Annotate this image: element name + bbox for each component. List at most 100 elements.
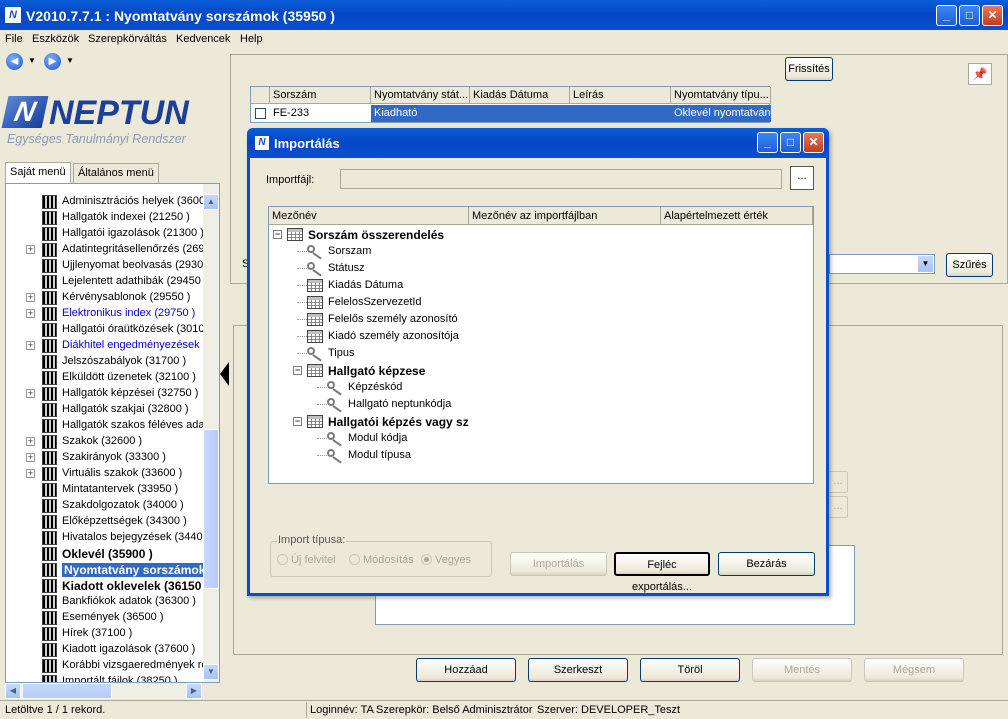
tab-own-menu[interactable]: Saját menü — [5, 162, 71, 183]
dialog-minimize-button[interactable]: _ — [757, 132, 778, 153]
filter-combo[interactable]: ▼ — [829, 254, 935, 274]
delete-button[interactable]: Töröl — [640, 658, 740, 682]
tree-item[interactable]: + Elektronikus index (29750 ) — [6, 306, 206, 322]
tab-general-menu[interactable]: Általános menü — [73, 163, 159, 183]
detail-dots-button-2[interactable]: ... — [828, 496, 848, 518]
back-dropdown-icon[interactable]: ▼ — [28, 56, 36, 65]
mapping-group[interactable]: − Hallgató képzese — [269, 362, 809, 379]
grid-header-type[interactable]: Nyomtatvány típu... — [671, 87, 771, 104]
hscroll-thumb[interactable] — [22, 683, 112, 699]
pin-icon[interactable]: 📌 — [968, 63, 992, 85]
mapping-group[interactable]: − Hallgatói képzés vagy sz — [269, 413, 809, 430]
expand-plus-icon[interactable]: + — [26, 437, 35, 446]
menu-favorites[interactable]: Kedvencek — [176, 33, 230, 45]
menu-role-switch[interactable]: Szerepkörváltás — [88, 33, 167, 45]
menu-file[interactable]: File — [5, 33, 23, 45]
tree-item[interactable]: Jelszószabályok (31700 ) — [6, 354, 206, 370]
tree-item[interactable]: Lejelentett adathibák (29450 — [6, 274, 206, 290]
mapping-field[interactable]: Kiadó személy azonosítója — [269, 328, 809, 345]
radio-mixed[interactable]: Vegyes — [421, 554, 471, 566]
import-button[interactable]: Importálás — [510, 552, 607, 576]
mapping-field[interactable]: Modul kódja — [269, 430, 809, 447]
tree-item[interactable]: Hallgatók szakjai (32800 ) — [6, 402, 206, 418]
menu-help[interactable]: Help — [240, 33, 263, 45]
tree-item[interactable]: Adminisztrációs helyek (3600 — [6, 194, 206, 210]
tree-item[interactable]: Hallgatók indexei (21250 ) — [6, 210, 206, 226]
tree-item[interactable]: Hallgatói igazolások (21300 ) — [6, 226, 206, 242]
collapse-minus-icon[interactable]: − — [273, 230, 282, 239]
dialog-close-button[interactable]: ✕ — [803, 132, 824, 153]
tree-item[interactable]: Kiadott oklevelek (36150 — [6, 578, 206, 594]
minimize-button[interactable]: _ — [936, 5, 957, 26]
tree-vertical-scrollbar[interactable]: ▲ ▼ — [203, 184, 219, 682]
mapping-field[interactable]: Felelős személy azonosító — [269, 311, 809, 328]
column-header-import-field[interactable]: Mezőnév az importfájlban — [469, 207, 661, 225]
tree-item[interactable]: Importált fájlok (38250 ) — [6, 674, 206, 682]
tree-item[interactable]: + Virtuális szakok (33600 ) — [6, 466, 206, 482]
edit-button[interactable]: Szerkeszt — [528, 658, 628, 682]
tree-item[interactable]: Oklevél (35900 ) — [6, 546, 206, 562]
mapping-field[interactable]: Státusz — [269, 260, 809, 277]
tree-item[interactable]: + Hallgatók képzései (32750 ) — [6, 386, 206, 402]
tree-item[interactable]: Szakdolgozatok (34000 ) — [6, 498, 206, 514]
expand-plus-icon[interactable]: + — [26, 309, 35, 318]
tree-item[interactable]: + Adatintegritásellenőrzés (2695 — [6, 242, 211, 258]
tree-horizontal-scrollbar[interactable]: ◀ ▶ — [5, 683, 202, 699]
collapse-minus-icon[interactable]: − — [293, 366, 302, 375]
scroll-right-icon[interactable]: ▶ — [186, 683, 202, 699]
expand-plus-icon[interactable]: + — [26, 389, 35, 398]
grid-header-serial[interactable]: Sorszám — [270, 87, 371, 104]
tree-item[interactable]: Események (36500 ) — [6, 610, 206, 626]
expand-plus-icon[interactable]: + — [26, 341, 35, 350]
scroll-down-icon[interactable]: ▼ — [203, 664, 219, 680]
browse-button[interactable]: ... — [790, 166, 814, 190]
collapse-minus-icon[interactable]: − — [293, 417, 302, 426]
dialog-maximize-button[interactable]: □ — [780, 132, 801, 153]
expand-plus-icon[interactable]: + — [26, 293, 35, 302]
tree-item[interactable]: Hírek (37100 ) — [6, 626, 206, 642]
expand-plus-icon[interactable]: + — [26, 469, 35, 478]
mapping-field[interactable]: Hallgató neptunkódja — [269, 396, 809, 413]
tree-item[interactable]: Elküldött üzenetek (32100 ) — [6, 370, 206, 386]
collapse-panel-arrow-icon[interactable] — [220, 362, 229, 386]
mapping-field[interactable]: FelelosSzervezetId — [269, 294, 809, 311]
tree-item[interactable]: + Szakirányok (33300 ) — [6, 450, 206, 466]
maximize-button[interactable]: □ — [959, 5, 980, 26]
tree-item[interactable]: Bankfiókok adatok (36300 ) — [6, 594, 206, 610]
tree-item[interactable]: Nyomtatvány sorszámok — [6, 562, 208, 578]
radio-new[interactable]: Új felvitel — [277, 554, 336, 566]
scroll-up-icon[interactable]: ▲ — [203, 194, 219, 210]
add-button[interactable]: Hozzáad — [416, 658, 516, 682]
radio-modify[interactable]: Módosítás — [349, 554, 414, 566]
tree-item[interactable]: + Diákhitel engedményezések ( — [6, 338, 206, 354]
tree-item[interactable]: Mintatantervek (33950 ) — [6, 482, 206, 498]
tree-item[interactable]: Ujjlenyomat beolvasás (29300 — [6, 258, 209, 274]
grid-header-issue-date[interactable]: Kiadás Dátuma — [470, 87, 570, 104]
row-checkbox[interactable] — [255, 108, 266, 119]
expand-plus-icon[interactable]: + — [26, 245, 35, 254]
mapping-field[interactable]: Sorszam — [269, 243, 809, 260]
mapping-field[interactable]: Kiadás Dátuma — [269, 277, 809, 294]
close-button[interactable]: ✕ — [982, 5, 1003, 26]
tree-item[interactable]: Kiadott igazolások (37600 ) — [6, 642, 206, 658]
tree-item[interactable]: Korábbi vizsgaeredmények rö — [6, 658, 208, 674]
table-row-issue-date[interactable] — [470, 105, 570, 122]
grid-header-status[interactable]: Nyomtatvány stát... — [371, 87, 470, 104]
mapping-field[interactable]: Képzéskód — [269, 379, 809, 396]
cancel-button[interactable]: Mégsem — [864, 658, 964, 682]
tree-item[interactable]: Előképzettségek (34300 ) — [6, 514, 206, 530]
mapping-group[interactable]: − Sorszám összerendelés — [269, 226, 809, 243]
tree-item[interactable]: + Szakok (32600 ) — [6, 434, 206, 450]
filter-button[interactable]: Szűrés — [946, 253, 993, 277]
expand-plus-icon[interactable]: + — [26, 453, 35, 462]
grid-header-description[interactable]: Leírás — [570, 87, 671, 104]
tree-item[interactable]: Hallgatók szakos féléves ada — [6, 418, 206, 434]
back-arrow-icon[interactable]: ◀ — [6, 53, 23, 70]
refresh-button[interactable]: Frissítés — [785, 57, 833, 81]
mapping-field[interactable]: Modul típusa — [269, 447, 809, 464]
table-row-serial[interactable]: FE-233 — [270, 105, 371, 122]
mapping-field[interactable]: Tipus — [269, 345, 809, 362]
table-row-type[interactable]: Oklevél nyomtatvány — [671, 105, 771, 122]
import-file-input[interactable] — [340, 169, 782, 189]
table-row-description[interactable] — [570, 105, 671, 122]
